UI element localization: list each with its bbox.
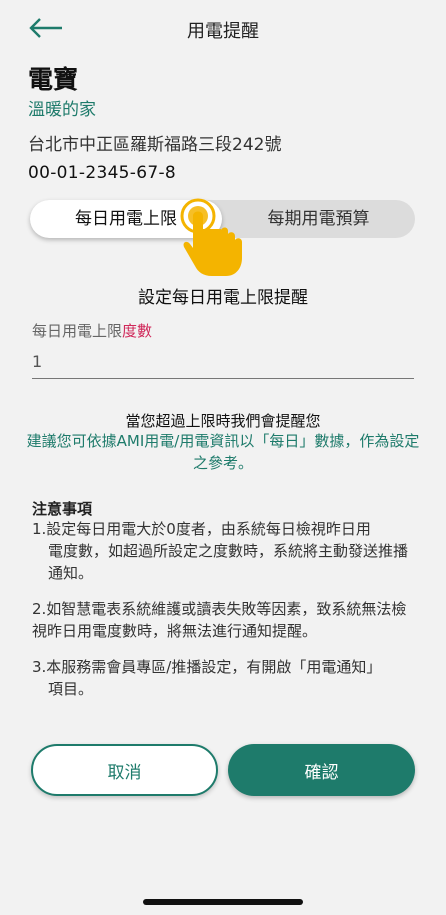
- notice-suggestion: 建議您可依據AMI用電/用電資訊以「每日」數據，作為設定之參考。: [26, 432, 420, 472]
- tab-period-budget[interactable]: 每期用電預算: [222, 200, 415, 238]
- account-number: 00-01-2345-67-8: [28, 163, 177, 183]
- notice-line: 當您超過上限時我們會提醒您: [125, 412, 321, 430]
- header: 用電提醒: [0, 0, 446, 58]
- tap-hand-icon: [180, 198, 242, 276]
- note-item: 1.設定每日用電大於0度者，由系統每日檢視昨日用 電度數，如超過所設定之度數時，…: [32, 518, 412, 584]
- note-item-first-line: 2.如智慧電表系統維護或讀表失敗等因素，致系統無法檢視昨日用電度數時，將無法進行…: [32, 600, 407, 640]
- address: 台北市中正區羅斯福路三段242號: [28, 135, 282, 155]
- section-title: 設定每日用電上限提醒: [138, 288, 308, 308]
- home-name: 溫暖的家: [28, 100, 96, 120]
- note-item-continuation: 電度數，如超過所設定之度數時，系統將主動發送推播通知。: [48, 542, 409, 582]
- field-label-unit: 度數: [122, 322, 153, 340]
- note-item-first-line: 3.本服務需會員專區/推播設定，有開啟「用電通知」: [32, 658, 382, 676]
- home-indicator[interactable]: [143, 899, 303, 905]
- daily-limit-input[interactable]: [32, 345, 414, 379]
- daily-limit-field-label: 每日用電上限度數: [32, 320, 152, 341]
- note-item-first-line: 1.設定每日用電大於0度者，由系統每日檢視昨日用: [32, 520, 371, 538]
- notes-title: 注意事項: [32, 500, 93, 518]
- note-item-continuation: 項目。: [48, 680, 94, 698]
- cancel-button[interactable]: 取消: [31, 744, 218, 796]
- page-title: 用電提醒: [187, 21, 259, 42]
- device-name: 電寶: [28, 65, 79, 94]
- note-item: 2.如智慧電表系統維護或讀表失敗等因素，致系統無法檢視昨日用電度數時，將無法進行…: [32, 598, 412, 642]
- field-label-text: 每日用電上限: [32, 322, 123, 340]
- confirm-button[interactable]: 確認: [228, 744, 415, 796]
- note-item: 3.本服務需會員專區/推播設定，有開啟「用電通知」 項目。: [32, 656, 412, 700]
